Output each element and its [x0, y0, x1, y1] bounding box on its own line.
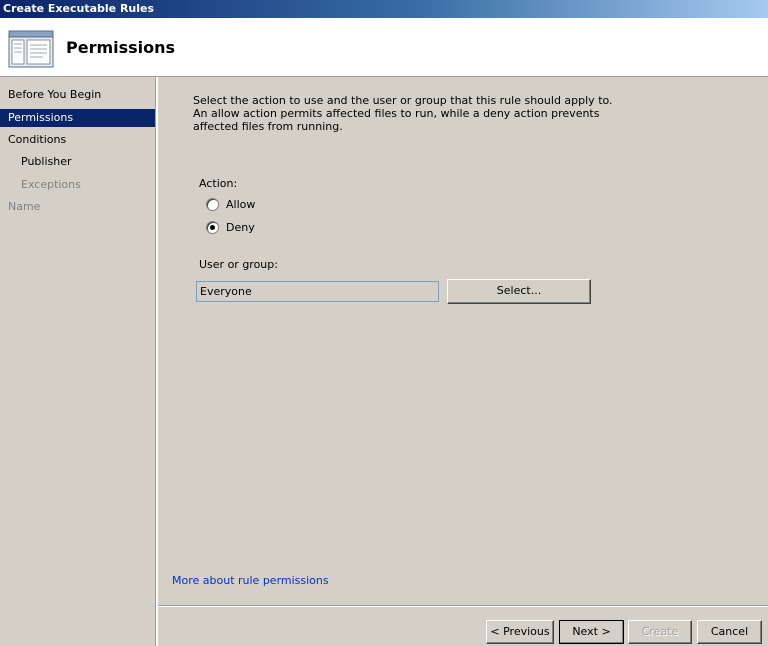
create-executable-rules-window: Create Executable Rules Permissions Befo…: [0, 0, 768, 646]
footer-separator: [158, 605, 768, 607]
deny-radio-button[interactable]: [206, 220, 219, 234]
window-title-bar[interactable]: Create Executable Rules: [0, 0, 768, 18]
more-about-rule-permissions-link[interactable]: More about rule permissions: [172, 574, 329, 587]
description-line-3: affected files from running.: [193, 120, 343, 133]
next-button[interactable]: Next >: [559, 620, 624, 644]
action-label: Action:: [199, 177, 238, 190]
sidebar-step-conditions[interactable]: Conditions: [8, 131, 66, 149]
deny-radio-option[interactable]: Deny: [206, 219, 255, 235]
window-title: Create Executable Rules: [3, 2, 155, 15]
wizard-page-icon: [8, 30, 54, 68]
previous-button[interactable]: < Previous: [486, 620, 554, 644]
create-button: Create: [628, 620, 692, 644]
wizard-content: Select the action to use and the user or…: [158, 77, 768, 605]
sidebar-step-permissions[interactable]: Permissions: [0, 109, 155, 127]
allow-radio-option[interactable]: Allow: [206, 196, 255, 212]
deny-radio-label[interactable]: Deny: [226, 221, 255, 234]
page-title: Permissions: [66, 38, 176, 57]
sidebar-step-name: Name: [8, 200, 41, 213]
description-line-1: Select the action to use and the user or…: [193, 94, 613, 107]
sidebar-step-exceptions: Exceptions: [21, 178, 81, 191]
sidebar-step-before-you-begin[interactable]: Before You Begin: [8, 86, 101, 104]
select-user-button[interactable]: Select...: [447, 279, 591, 304]
user-or-group-label: User or group:: [199, 258, 278, 271]
wizard-steps-sidebar: Before You Begin Permissions Conditions …: [0, 77, 158, 646]
allow-radio-button[interactable]: [206, 197, 219, 211]
permissions-description: Select the action to use and the user or…: [193, 94, 613, 133]
wizard-header: Permissions: [0, 18, 768, 77]
sidebar-step-publisher[interactable]: Publisher: [21, 153, 72, 171]
allow-radio-label[interactable]: Allow: [226, 198, 255, 211]
description-line-2: An allow action permits affected files t…: [193, 107, 600, 120]
user-or-group-field[interactable]: Everyone: [196, 281, 439, 302]
cancel-button[interactable]: Cancel: [697, 620, 762, 644]
radio-selected-dot: [210, 224, 215, 230]
